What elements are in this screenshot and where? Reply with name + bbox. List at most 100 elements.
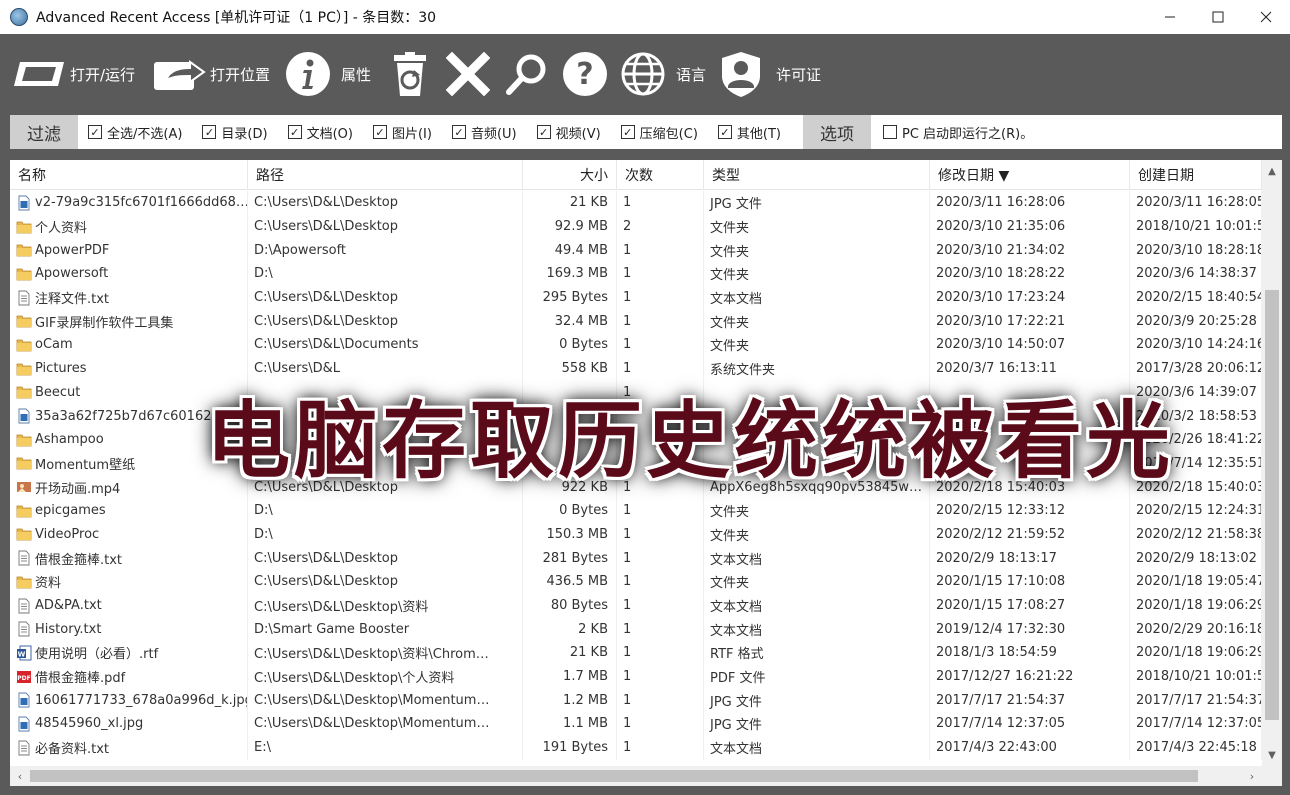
cell-type: RTF 格式 <box>704 641 930 665</box>
cell-size <box>523 451 617 476</box>
file-name: ApowerPDF <box>35 242 110 258</box>
app-icon <box>10 8 28 26</box>
horizontal-scroll-thumb[interactable] <box>30 770 1198 782</box>
file-name: Momentum壁纸 <box>35 457 136 473</box>
table-row[interactable]: v2-79a9c315fc6701f1666dd68… C:\Users\D&L\… <box>10 191 1262 215</box>
scroll-left-arrow-icon[interactable]: ‹ <box>10 766 30 786</box>
column-header-path[interactable]: 路径 <box>248 160 523 190</box>
license-button[interactable]: 许可证 <box>720 52 821 97</box>
folder-icon <box>16 455 35 471</box>
filter-directory-checkbox[interactable]: ✓ 目录(D) <box>202 123 268 142</box>
table-row[interactable]: 48545960_xl.jpg C:\Users\D&L\Desktop\Mome… <box>10 712 1262 736</box>
cell-type: 文件夹 <box>704 309 930 334</box>
cell-size: 49.4 MB <box>523 238 617 263</box>
table-row[interactable]: VideoProc D:\ 150.3 MB 1 文件夹 2020/2/12 21:59:… <box>10 522 1262 547</box>
cell-count: 1 <box>617 333 704 357</box>
folder-icon <box>16 313 35 329</box>
minimize-button[interactable] <box>1146 0 1194 34</box>
table-row[interactable]: 个人资料 C:\Users\D&L\Desktop 92.9 MB 2 文件夹 2020/… <box>10 214 1262 239</box>
vertical-scroll-thumb[interactable] <box>1265 290 1279 720</box>
table-row[interactable]: Pictures C:\Users\D&L 558 KB 1 系统文件夹 2020/3/7… <box>10 356 1262 381</box>
cell-modified: 2020/3/10 18:28:22 <box>930 262 1130 286</box>
open-run-button[interactable]: 打开/运行 <box>14 52 135 96</box>
checkbox-checked: ✓ <box>88 125 102 139</box>
table-row[interactable]: 35a3a62f725b7d67c60162… 2020/3/2 18:58:53 <box>10 404 1262 428</box>
table-row[interactable]: 开场动画.mp4 C:\Users\D&L\Desktop 922 KB 1 AppX6… <box>10 475 1262 499</box>
delete-button[interactable] <box>446 52 490 96</box>
file-name: 资料 <box>35 576 62 592</box>
column-header-type[interactable]: 类型 <box>704 160 930 190</box>
filter-select-all-checkbox[interactable]: ✓ 全选/不选(A) <box>88 123 182 142</box>
scroll-down-arrow-icon[interactable]: ▼ <box>1262 746 1282 764</box>
text-file-icon <box>16 621 35 637</box>
column-header-modified[interactable]: 修改日期 ▼ <box>930 160 1130 190</box>
cell-name: 16061771733_678a0a996d_k.jpg <box>10 688 248 713</box>
table-row[interactable]: ApowerPDF D:\Apowersoft 49.4 MB 1 文件夹 2020/3/… <box>10 238 1262 263</box>
cell-name: oCam <box>10 333 248 357</box>
filter-audio-checkbox[interactable]: ✓ 音频(U) <box>451 123 517 142</box>
table-row[interactable]: 借根金箍棒.txt C:\Users\D&L\Desktop 281 Bytes 1 文… <box>10 546 1262 570</box>
table-row[interactable]: Apowersoft D:\ 169.3 MB 1 文件夹 2020/3/10 18:28… <box>10 262 1262 286</box>
video-file-icon <box>16 479 35 495</box>
cell-size: 21 KB <box>523 641 617 665</box>
properties-button[interactable]: 属性 <box>285 52 371 96</box>
filter-image-checkbox[interactable]: ✓ 图片(I) <box>372 123 432 142</box>
folder-icon <box>16 574 35 590</box>
help-button[interactable]: ? <box>562 52 608 96</box>
column-header-name[interactable]: 名称 <box>10 160 248 190</box>
cell-path: C:\Users\D&L\Desktop <box>248 475 523 499</box>
filter-audio-label: 音频(U) <box>470 126 517 142</box>
table-row[interactable]: 16061771733_678a0a996d_k.jpg C:\Users\D&L… <box>10 688 1262 713</box>
file-name: epicgames <box>35 503 106 519</box>
language-button[interactable]: 语言 <box>620 52 706 96</box>
open-file-icon <box>14 62 64 86</box>
table-row[interactable]: epicgames D:\ 0 Bytes 1 文件夹 2020/2/15 12:33:1… <box>10 498 1262 523</box>
cell-modified: 2017/4/3 22:43:00 <box>930 735 1130 760</box>
search-button[interactable] <box>505 52 549 96</box>
pc-startup-checkbox[interactable]: PC 启动即运行之(R)。 <box>883 123 1033 142</box>
table-row[interactable]: 注释文件.txt C:\Users\D&L\Desktop 295 Bytes 1 文本… <box>10 285 1262 310</box>
filter-archive-checkbox[interactable]: ✓ 压缩包(C) <box>620 123 698 142</box>
table-row[interactable]: PDF 借根金箍棒.pdf C:\Users\D&L\Desktop\个人资料 1.7… <box>10 664 1262 689</box>
horizontal-scrollbar[interactable]: ‹ › <box>10 766 1262 786</box>
file-name: Ashampoo <box>35 432 104 448</box>
table-row[interactable]: 必备资料.txt E:\ 191 Bytes 1 文本文档 2017/4/3 22:43:… <box>10 735 1262 760</box>
column-header-count[interactable]: 次数 <box>617 160 704 190</box>
cell-path: C:\Users\D&L\Desktop\资料\Chrom… <box>248 641 523 665</box>
filter-document-checkbox[interactable]: ✓ 文档(O) <box>287 123 353 142</box>
cell-path: C:\Users\D&L\Desktop\个人资料 <box>248 664 523 689</box>
vertical-scrollbar[interactable]: ▲ ▼ <box>1262 160 1282 766</box>
cell-path: D:\ <box>248 522 523 547</box>
cell-name: AD&PA.txt <box>10 593 248 618</box>
folder-icon <box>16 384 35 400</box>
filter-other-checkbox[interactable]: ✓ 其他(T) <box>717 123 781 142</box>
cell-modified: 2020/3/10 21:34:02 <box>930 238 1130 263</box>
table-row[interactable]: GIF录屏制作软件工具集 C:\Users\D&L\Desktop 32.4 MB 1… <box>10 309 1262 334</box>
scroll-right-arrow-icon[interactable]: › <box>1242 766 1262 786</box>
table-row[interactable]: AD&PA.txt C:\Users\D&L\Desktop\资料 80 Bytes… <box>10 593 1262 618</box>
table-row[interactable]: Beecut 1 2020/3/6 14:39:07 <box>10 380 1262 405</box>
cell-modified: 2020/1/15 17:08:27 <box>930 593 1130 618</box>
cell-name: 注释文件.txt <box>10 285 248 310</box>
column-header-size[interactable]: 大小 <box>523 160 617 190</box>
table-row[interactable]: History.txt D:\Smart Game Booster 2 KB 1 文本文… <box>10 617 1262 642</box>
recycle-button[interactable] <box>390 52 430 96</box>
cell-size: 0 Bytes <box>523 498 617 523</box>
image-file-icon <box>16 692 35 708</box>
cell-created: 2018/10/21 10:01:50 <box>1130 664 1262 689</box>
column-header-created[interactable]: 创建日期 <box>1130 160 1262 190</box>
cell-type: JPG 文件 <box>704 191 930 215</box>
close-button[interactable] <box>1242 0 1290 34</box>
table-row[interactable]: 资料 C:\Users\D&L\Desktop 436.5 MB 1 文件夹 2020/1… <box>10 570 1262 594</box>
table-row[interactable]: Momentum壁纸 2017/7/14 12:35:51 <box>10 451 1262 476</box>
table-row[interactable]: Ashampoo 2020/2/26 18:41:22 <box>10 427 1262 452</box>
file-name: 必备资料.txt <box>35 742 110 758</box>
file-name: AD&PA.txt <box>35 598 102 614</box>
open-location-button[interactable]: 打开位置 <box>152 52 270 96</box>
scroll-up-arrow-icon[interactable]: ▲ <box>1262 162 1282 180</box>
maximize-button[interactable] <box>1194 0 1242 34</box>
cell-path: C:\Users\D&L\Desktop <box>248 214 523 239</box>
table-row[interactable]: oCam C:\Users\D&L\Documents 0 Bytes 1 文件夹 202… <box>10 333 1262 357</box>
table-row[interactable]: W 使用说明（必看）.rtf C:\Users\D&L\Desktop\资料\Chr… <box>10 641 1262 665</box>
filter-video-checkbox[interactable]: ✓ 视频(V) <box>536 123 601 142</box>
